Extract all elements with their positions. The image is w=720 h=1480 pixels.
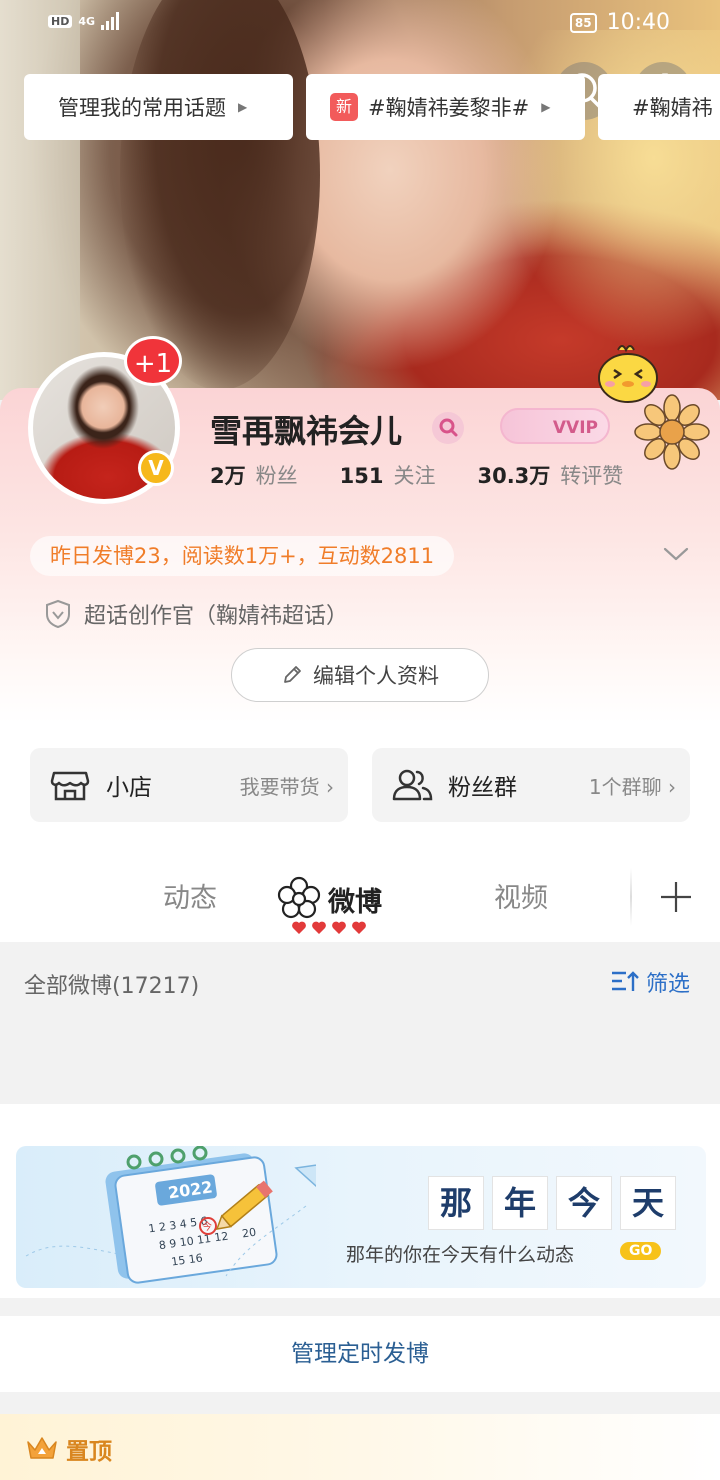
topic-chip[interactable]: 管理我的常用话题 ▶: [24, 74, 293, 140]
calendar-row: 20: [241, 1226, 257, 1241]
edit-profile-label: 编辑个人资料: [313, 664, 439, 688]
creator-title-text: 超话创作官（鞠婧祎超话）: [84, 604, 349, 629]
chevron-right-icon: ›: [326, 774, 334, 799]
shop-sub: 我要带货 ›: [240, 771, 334, 800]
flower-tab-icon: [277, 876, 321, 919]
fans-group-card[interactable]: 粉丝群 1个群聊 ›: [372, 748, 690, 822]
fans-group-sub: 1个群聊 ›: [589, 771, 676, 800]
username: 雪再飘祎会儿: [210, 412, 403, 450]
topic-chip-label: 管理我的常用话题: [58, 96, 226, 120]
new-tag: 新: [330, 93, 358, 121]
status-left: HD 4G: [48, 12, 120, 30]
banner-area: 2022 1 2 3 4 5 6 8 9 10 11 12 15 16 20 今…: [0, 1104, 720, 1298]
caret-right-icon: ▶: [541, 100, 551, 114]
network-type: 4G: [78, 14, 96, 28]
on-this-day-title: 那 年 今 天: [428, 1176, 676, 1230]
stat-value: 30.3万: [477, 464, 551, 488]
store-icon: [50, 771, 90, 801]
title-char: 天: [620, 1176, 676, 1230]
title-char: 那: [428, 1176, 484, 1230]
on-this-day-banner[interactable]: 2022 1 2 3 4 5 6 8 9 10 11 12 15 16 20 今…: [16, 1146, 706, 1288]
filter-label: 筛选: [646, 972, 691, 997]
cover-window-light: [0, 0, 80, 400]
hearts-icon: [291, 920, 367, 936]
group-icon: [392, 769, 433, 801]
clock: 10:40: [606, 10, 670, 35]
fans-group-sub-text: 1个群聊: [588, 774, 662, 799]
on-this-day-subtitle: 那年的你在今天有什么动态: [346, 1244, 575, 1266]
shop-card[interactable]: 小店 我要带货 ›: [30, 748, 348, 822]
fans-group-label: 粉丝群: [448, 775, 517, 801]
stat-value: 2万: [210, 464, 246, 488]
go-button[interactable]: GO: [620, 1242, 662, 1260]
vvip-label: VVIP: [552, 418, 598, 438]
chevron-right-icon: ›: [668, 774, 676, 799]
verified-badge: V: [138, 450, 174, 486]
creator-title[interactable]: 超话创作官（鞠婧祎超话）: [44, 598, 348, 630]
badge-icon[interactable]: [432, 412, 464, 444]
topic-chip-label: #鞠婧祎姜黎非#: [368, 96, 530, 120]
add-tab-icon[interactable]: [656, 872, 696, 922]
manage-scheduled-posts-button[interactable]: 管理定时发博: [0, 1316, 720, 1392]
weibo-list-header: 全部微博(17217) 筛选: [0, 944, 720, 1104]
shop-label: 小店: [106, 775, 152, 801]
tab-video[interactable]: 视频: [494, 876, 548, 915]
tab-weibo[interactable]: 微博: [276, 876, 382, 922]
chevron-down-icon[interactable]: [662, 544, 690, 568]
stat-interactions[interactable]: 30.3万 转评赞: [477, 460, 623, 490]
calendar-today: 今: [202, 1220, 212, 1233]
tab-weibo-label: 微博: [328, 886, 382, 918]
topic-chip-label: #鞠婧祎: [632, 96, 713, 120]
battery-icon: 85: [569, 12, 597, 33]
flower-sticker-icon: [632, 392, 712, 476]
pinned-label: 置顶: [66, 1439, 112, 1465]
all-weibo-count[interactable]: 全部微博(17217): [24, 968, 199, 1000]
cover-hair: [120, 0, 320, 390]
filter-icon: [612, 971, 639, 991]
status-bar: HD 4G 85 10:40: [0, 0, 720, 50]
status-right: 85 10:40: [569, 10, 670, 35]
shield-icon: [46, 599, 70, 629]
hd-indicator: HD: [48, 14, 73, 28]
title-char: 年: [492, 1176, 548, 1230]
tab-dynamic[interactable]: 动态: [163, 876, 217, 915]
edit-profile-button[interactable]: 编辑个人资料: [231, 648, 489, 702]
profile-tabs: 动态 微博 视频: [0, 862, 720, 942]
filter-button[interactable]: 筛选: [610, 966, 690, 998]
signal-icon: [101, 12, 120, 30]
stat-label: 关注: [393, 464, 436, 488]
pencil-icon: [284, 666, 301, 683]
pinned-section: 置顶: [0, 1414, 720, 1480]
topic-chip[interactable]: 新 #鞠婧祎姜黎非# ▶: [306, 74, 585, 140]
yesterday-summary[interactable]: 昨日发博23，阅读数1万+，互动数2811: [30, 536, 455, 576]
stat-value: 151: [339, 464, 384, 488]
stat-label: 粉丝: [255, 464, 298, 488]
topic-chip[interactable]: #鞠婧祎: [598, 74, 720, 140]
vvip-badge[interactable]: VVIP: [500, 408, 610, 444]
caret-right-icon: ▶: [238, 100, 248, 114]
calendar-illustration-icon: 2022 1 2 3 4 5 6 8 9 10 11 12 15 16 20 今: [25, 1146, 316, 1284]
stat-followers[interactable]: 2万 粉丝: [210, 460, 298, 490]
crown-icon: [27, 1437, 57, 1459]
tab-divider: [630, 868, 632, 926]
shop-sub-text: 我要带货: [239, 774, 320, 799]
stat-label: 转评赞: [560, 464, 624, 488]
title-char: 今: [556, 1176, 612, 1230]
new-visitor-badge[interactable]: +1: [124, 336, 182, 386]
profile-stats: 2万 粉丝 151 关注 30.3万 转评赞: [210, 460, 623, 490]
stat-following[interactable]: 151 关注: [340, 460, 436, 490]
